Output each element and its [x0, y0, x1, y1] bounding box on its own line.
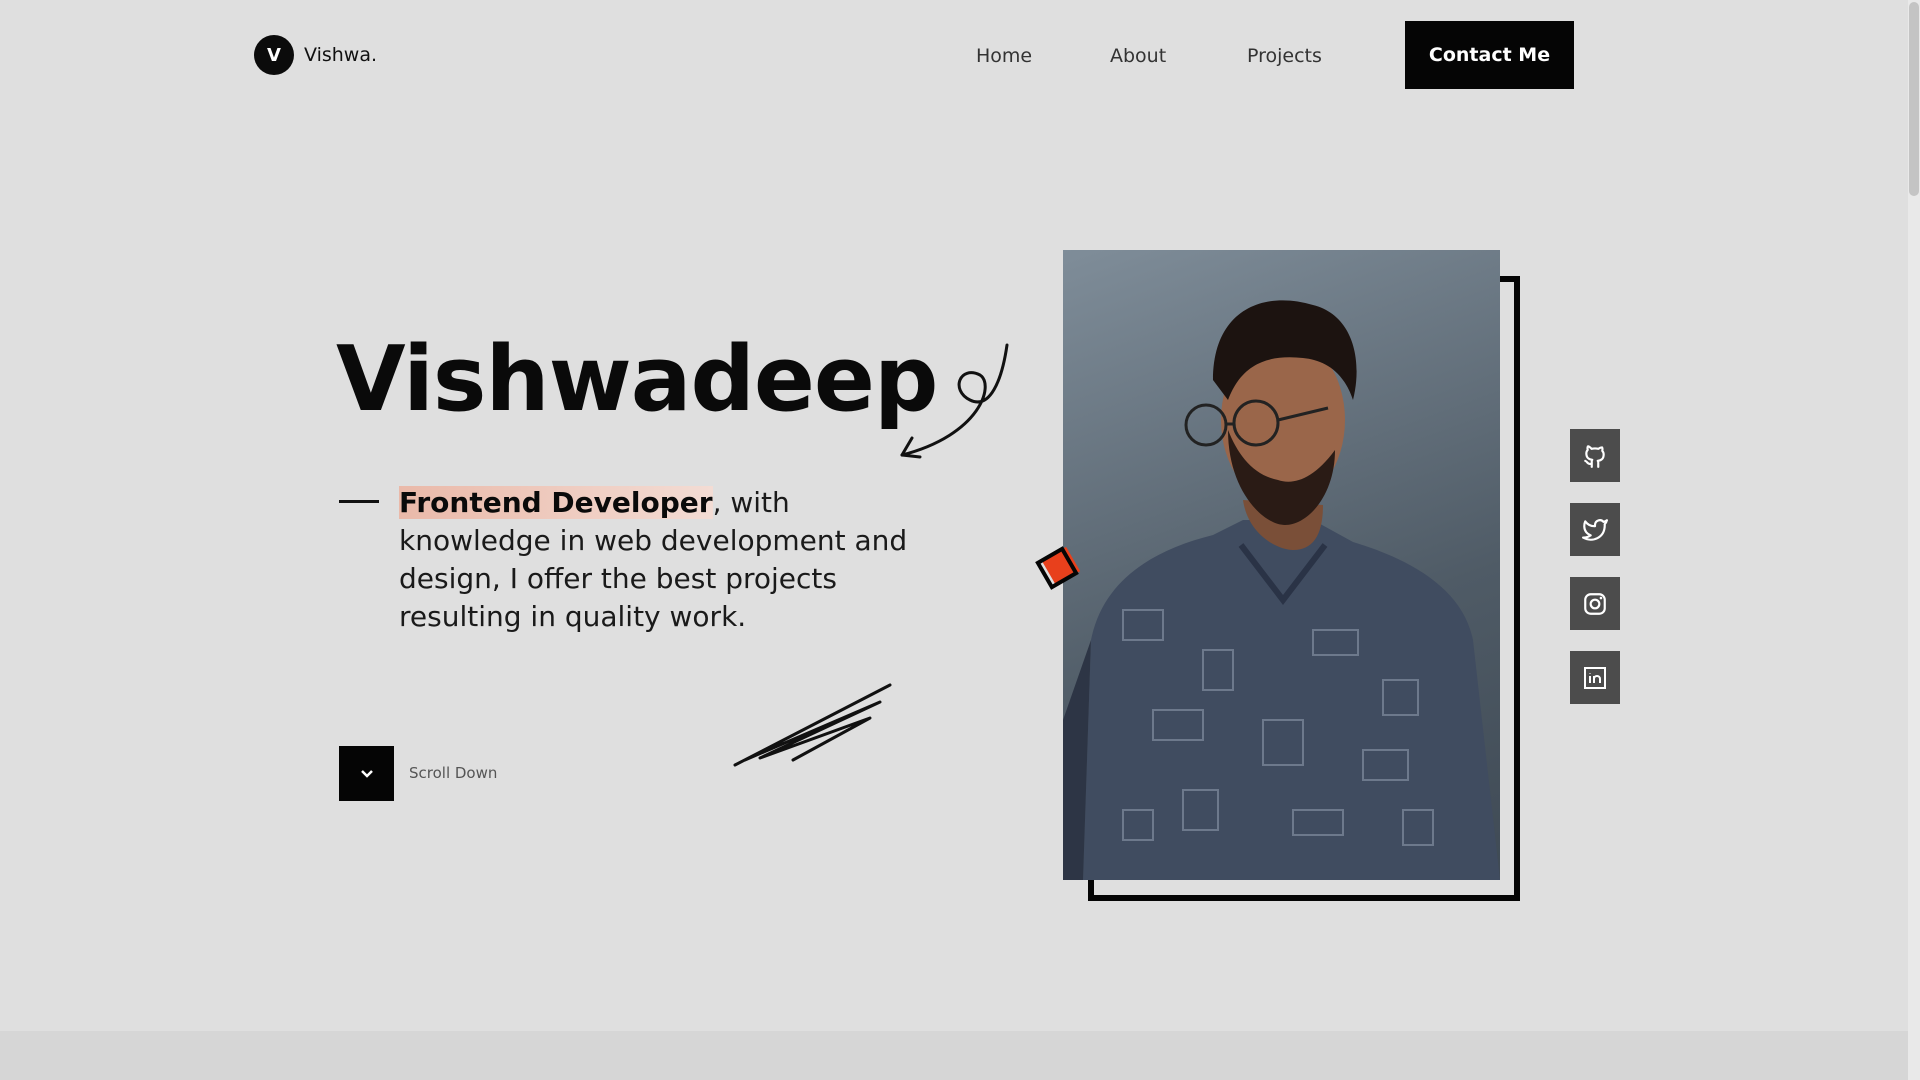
logo-text: Vishwa.: [304, 44, 378, 66]
nav-home[interactable]: Home: [976, 45, 1032, 67]
instagram-link[interactable]: [1570, 577, 1620, 630]
hero-name: Vishwadeep: [336, 327, 938, 432]
page-scrollbar[interactable]: [1908, 0, 1920, 1080]
role-highlight: Frontend Developer: [399, 486, 713, 519]
twitter-link[interactable]: [1570, 503, 1620, 556]
chevron-down-icon: [360, 769, 373, 778]
curly-arrow-icon: [900, 343, 1009, 459]
logo[interactable]: V Vishwa.: [254, 35, 377, 75]
twitter-icon: [1582, 518, 1608, 541]
github-link[interactable]: [1570, 429, 1620, 482]
scroll-down-label: Scroll Down: [409, 764, 498, 782]
github-icon: [1584, 444, 1605, 468]
linkedin-icon: [1584, 666, 1606, 689]
nav-about[interactable]: About: [1110, 45, 1166, 67]
scroll-down-button[interactable]: [339, 746, 394, 801]
orange-diamond-decoration: [1035, 546, 1081, 590]
tagline-dash: [339, 500, 379, 503]
next-section-edge: [0, 1031, 1908, 1080]
profile-photo: [1063, 250, 1500, 880]
linkedin-link[interactable]: [1570, 651, 1620, 704]
scrollbar-thumb[interactable]: [1909, 2, 1919, 196]
contact-me-button[interactable]: Contact Me: [1405, 21, 1574, 89]
scribble-decoration: [733, 683, 892, 767]
instagram-icon: [1584, 592, 1606, 615]
hero-tagline: Frontend Developer, with knowledge in we…: [399, 484, 939, 636]
social-links: [1570, 429, 1620, 704]
logo-mark: V: [254, 35, 294, 75]
person-figure: [1063, 300, 1500, 880]
nav-projects[interactable]: Projects: [1247, 45, 1322, 67]
